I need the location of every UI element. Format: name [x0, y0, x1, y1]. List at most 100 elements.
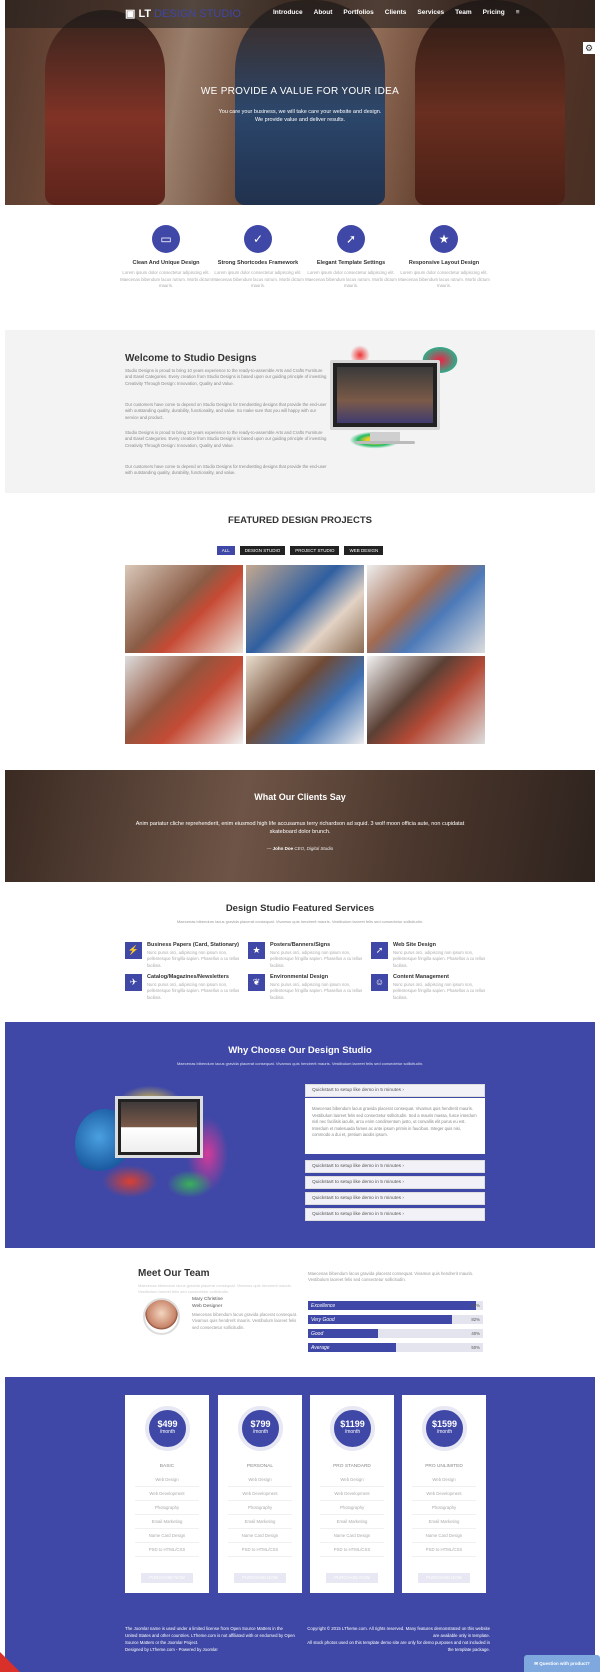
plan-feature: Web Development — [135, 1491, 199, 1501]
plan-feature: PSD to HTML/CSS — [320, 1547, 384, 1557]
plan-feature: Web Development — [228, 1491, 292, 1501]
skill-bar: Very Good 82% — [308, 1315, 483, 1324]
why-choose-section: Why Choose Our Design Studio Maecenas bi… — [5, 1022, 595, 1248]
plan-feature: Web Development — [320, 1491, 384, 1501]
service-title: Web Site Design — [393, 942, 436, 948]
plan-feature: Web Development — [412, 1491, 476, 1501]
nav-portfolios[interactable]: Portfolios — [343, 9, 373, 16]
testimonial-title: What Our Clients Say — [254, 792, 346, 802]
price-circle: $499/month — [145, 1406, 190, 1451]
nav-team[interactable]: Team — [455, 9, 472, 16]
portfolio-item[interactable] — [246, 565, 364, 653]
feature-title: Strong Shortcodes Framework — [217, 260, 299, 266]
service-text: Nunc purus orci, adipiscing non ipsum no… — [393, 982, 486, 1000]
accordion-label: Quickstart to setup like demo in 5 minut… — [312, 1180, 402, 1185]
nav-clients[interactable]: Clients — [385, 9, 407, 16]
feature-shortcodes: ✓ Strong Shortcodes Framework Lorem ipsu… — [212, 225, 304, 290]
site-logo[interactable]: ▣ LT DESIGN STUDIO — [125, 7, 241, 20]
team-title: Meet Our Team — [138, 1268, 210, 1279]
filter-all[interactable]: ALL — [216, 546, 235, 555]
skill-percent: 82% — [471, 1317, 480, 1322]
plan-feature: Web Design — [135, 1477, 199, 1487]
skill-bar: Good 40% — [308, 1329, 483, 1338]
logo-icon: ▣ — [125, 8, 139, 20]
plane-icon: ✈ — [125, 974, 142, 991]
filter-project-studio[interactable]: PROJECT STUDIO — [290, 546, 340, 555]
feature-text: Lorem ipsum dolor consectetur adipiscing… — [398, 270, 490, 288]
service-text: Nunc purus orci, adipiscing non ipsum no… — [270, 982, 363, 1000]
monitor-icon: ▭ — [152, 225, 180, 253]
star-icon: ★ — [430, 225, 458, 253]
portfolio-item[interactable] — [367, 656, 485, 744]
pricing-card-pro-standard: $1199/month PRO STANDARD Web Design Web … — [310, 1395, 394, 1593]
settings-gear-icon[interactable]: ⚙ — [583, 42, 595, 54]
leaf-icon: ❦ — [248, 974, 265, 991]
service-title: Environmental Design — [270, 974, 329, 980]
hamburger-menu-icon[interactable]: ≡ — [516, 9, 520, 16]
portfolio-filters: ALL DESIGN STUDIO PROJECT STUDIO WEB DES… — [5, 546, 595, 555]
nav-services[interactable]: Services — [417, 9, 444, 16]
portfolio-item[interactable] — [246, 656, 364, 744]
logo-lt: LT — [138, 8, 152, 20]
purchase-button[interactable]: PURCHASE NOW — [141, 1573, 193, 1583]
footer-copyright: Copyright © 2015 LTheme.com. All rights … — [307, 1626, 490, 1638]
purchase-button[interactable]: PURCHASE NOW — [326, 1573, 378, 1583]
skill-bar: Average 50% — [308, 1343, 483, 1352]
flash-icon: ⚡ — [125, 942, 142, 959]
plan-feature: Name Card Design — [228, 1533, 292, 1543]
skill-label: Average — [311, 1345, 330, 1351]
accordion-label: Quickstart to setup like demo in 5 minut… — [312, 1164, 402, 1169]
portfolio-item[interactable] — [367, 565, 485, 653]
top-navbar: ▣ LT DESIGN STUDIO Introduce About Portf… — [5, 0, 595, 28]
plan-name: PRO STANDARD — [333, 1464, 371, 1469]
star-icon: ★ — [248, 942, 265, 959]
skill-label: Excellence — [311, 1303, 336, 1309]
plan-feature: Photography — [320, 1505, 384, 1515]
nav-introduce[interactable]: Introduce — [273, 9, 303, 16]
skill-percent: 96% — [471, 1303, 480, 1308]
plan-feature: Photography — [228, 1505, 292, 1515]
footer: The Joomla! name is used under a limited… — [5, 1618, 595, 1672]
portfolio-item[interactable] — [125, 656, 243, 744]
why-title: Why Choose Our Design Studio — [228, 1045, 372, 1056]
hero-overlay — [5, 0, 595, 205]
accordion-item-open[interactable]: Quickstart to setup like demo in 5 minut… — [305, 1084, 485, 1097]
footer-credit[interactable]: Designed by LTheme.com - Powered by Joom… — [125, 1646, 295, 1653]
filter-design-studio[interactable]: DESIGN STUDIO — [239, 546, 286, 555]
purchase-button[interactable]: PURCHASE NOW — [234, 1573, 286, 1583]
paint-imac-image — [75, 1084, 230, 1202]
price-circle: $799/month — [238, 1406, 283, 1451]
filter-web-design[interactable]: WEB DESIGN — [344, 546, 384, 555]
plan-feature: Name Card Design — [412, 1533, 476, 1543]
plan-feature: Email Marketing — [320, 1519, 384, 1529]
team-lead: Maecenas bibendum lacus gravida placerat… — [138, 1283, 292, 1294]
main-nav: Introduce About Portfolios Clients Servi… — [273, 9, 520, 16]
accordion-item[interactable]: Quickstart to setup like demo in 5 minut… — [305, 1160, 485, 1173]
footer-right: Copyright © 2015 LTheme.com. All rights … — [305, 1625, 490, 1653]
price: $1599 — [431, 1419, 458, 1429]
price-period: /month — [252, 1429, 269, 1435]
imac-mockup-image — [330, 360, 440, 430]
plan-name: PERSONAL — [246, 1464, 274, 1469]
skill-percent: 50% — [471, 1345, 480, 1350]
service-title: Posters/Banners/Signs — [270, 942, 331, 948]
nav-pricing[interactable]: Pricing — [483, 9, 505, 16]
feature-title: Responsive Layout Design — [408, 260, 480, 266]
feature-text: Lorem ipsum dolor consectetur adipiscing… — [212, 270, 304, 288]
portfolio-item[interactable] — [125, 565, 243, 653]
service-text: Nunc purus orci, adipiscing non ipsum no… — [270, 950, 363, 968]
accordion-item[interactable]: Quickstart to setup like demo in 5 minut… — [305, 1176, 485, 1189]
accordion-item[interactable]: Quickstart to setup like demo in 5 minut… — [305, 1208, 485, 1221]
question-product-button[interactable]: ✉ Question with product? — [524, 1655, 600, 1672]
author-name: John Doe — [272, 846, 294, 851]
plan-feature: Email Marketing — [412, 1519, 476, 1529]
pricing-card-personal: $799/month PERSONAL Web Design Web Devel… — [218, 1395, 302, 1593]
skill-label: Good — [311, 1331, 324, 1337]
nav-about[interactable]: About — [314, 9, 333, 16]
accordion-item[interactable]: Quickstart to setup like demo in 5 minut… — [305, 1192, 485, 1205]
service-text: Nunc purus orci, adipiscing non ipsum no… — [147, 982, 240, 1000]
plan-name: BASIC — [159, 1464, 175, 1469]
feature-text: Lorem ipsum dolor consectetur adipiscing… — [120, 270, 212, 288]
purchase-button[interactable]: PURCHASE NOW — [418, 1573, 470, 1583]
rocket-icon: ➚ — [337, 225, 365, 253]
